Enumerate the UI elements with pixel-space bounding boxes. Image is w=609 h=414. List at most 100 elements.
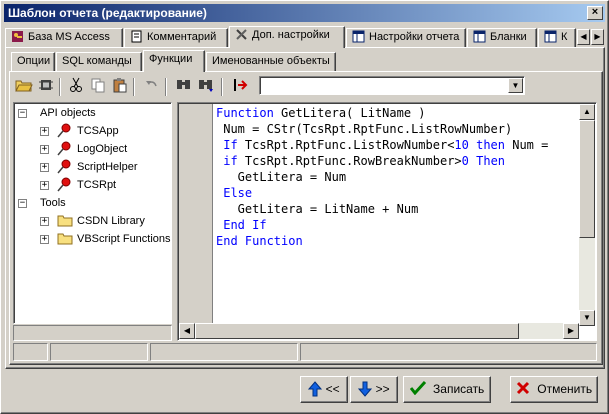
code-token: Num = CStr(TcsRpt.RptFunc.ListRowNumber) xyxy=(216,122,513,136)
tab-extra-settings[interactable]: Доп. настройки xyxy=(229,26,345,48)
next-label: >> xyxy=(375,382,390,396)
tab-label: Настройки отчета xyxy=(369,31,460,43)
tree-group-tools[interactable]: Tools xyxy=(40,195,66,211)
code-token: GetLitera = LitName + Num xyxy=(216,202,419,216)
red-pin-icon xyxy=(57,159,71,174)
paste-icon[interactable] xyxy=(109,77,130,97)
vertical-scroll-thumb[interactable] xyxy=(579,120,595,238)
code-keyword: if xyxy=(216,154,245,168)
code-keyword: End Function xyxy=(216,234,303,248)
title-bar: Шаблон отчета (редактирование) × xyxy=(4,4,605,22)
sub-tabs: Опции SQL команды Функции Именованные об… xyxy=(11,50,351,72)
cancel-button[interactable]: Отменить xyxy=(510,376,598,403)
scroll-left-button[interactable]: ◀ xyxy=(179,323,195,339)
close-button[interactable]: × xyxy=(587,6,603,20)
code-keyword: If xyxy=(216,138,245,152)
scroll-down-button[interactable]: ▼ xyxy=(579,310,595,326)
status-pane xyxy=(150,343,298,361)
tab-forms[interactable]: Бланки xyxy=(467,28,537,47)
tree-item-logobject[interactable]: LogObject xyxy=(77,141,127,157)
tab-comment[interactable]: Комментарий xyxy=(124,28,228,47)
code-line[interactable]: if TcsRpt.RptFunc.RowBreakNumber>0 Then xyxy=(216,153,578,169)
code-token: Num = xyxy=(512,138,556,152)
subtab-label: Функции xyxy=(149,53,193,65)
status-pane xyxy=(300,343,597,361)
table-icon xyxy=(544,30,557,43)
tab-label: Комментарий xyxy=(147,31,217,43)
dropdown-arrow-icon[interactable]: ▼ xyxy=(508,78,523,93)
find-icon[interactable] xyxy=(173,77,194,97)
object-tree[interactable]: − API objects + TCSApp + LogObject + Scr… xyxy=(13,102,172,324)
code-line[interactable]: GetLitera = Num xyxy=(216,169,578,185)
code-editor[interactable]: Function GetLitera( LitName ) Num = CStr… xyxy=(177,102,597,341)
save-label: Записать xyxy=(433,382,485,396)
expand-icon[interactable]: + xyxy=(40,217,49,226)
cut-icon[interactable] xyxy=(65,77,86,97)
function-select[interactable]: ▼ xyxy=(259,76,525,95)
code-line[interactable]: Else xyxy=(216,185,578,201)
code-line[interactable]: End Function xyxy=(216,233,578,249)
expand-icon[interactable]: + xyxy=(40,235,49,244)
tree-item-scripthelper[interactable]: ScriptHelper xyxy=(77,159,138,175)
scroll-up-button[interactable]: ▲ xyxy=(579,104,595,120)
tree-item-csdn-library[interactable]: CSDN Library xyxy=(77,213,145,229)
expand-icon[interactable]: + xyxy=(40,145,49,154)
undo-icon[interactable] xyxy=(141,77,162,97)
subtab-named-objects[interactable]: Именованные объекты xyxy=(206,52,336,71)
horizontal-scroll-thumb[interactable] xyxy=(195,323,519,339)
tab-ms-access[interactable]: База MS Access xyxy=(5,28,123,47)
tree-item-vbscript-functions[interactable]: VBScript Functions xyxy=(77,231,171,247)
arrow-down-icon xyxy=(358,381,373,397)
toolbar-separator xyxy=(133,78,135,96)
code-line[interactable]: Function GetLitera( LitName ) xyxy=(216,105,578,121)
cross-icon xyxy=(516,381,529,395)
code-token: GetLitera = Num xyxy=(216,170,347,184)
tab-label: К xyxy=(561,31,568,43)
tab-more[interactable]: К xyxy=(538,28,576,47)
window-title: Шаблон отчета (редактирование) xyxy=(8,6,207,20)
status-pane xyxy=(13,343,48,361)
code-keyword: End If xyxy=(216,218,267,232)
run-icon[interactable] xyxy=(229,77,250,97)
expand-icon[interactable]: + xyxy=(40,181,49,190)
red-pin-icon xyxy=(57,141,71,156)
open-folder-icon[interactable] xyxy=(13,77,34,97)
line-gutter xyxy=(179,104,213,326)
tree-group-api-objects[interactable]: API objects xyxy=(40,105,96,121)
prev-button[interactable]: << xyxy=(300,376,348,403)
arrow-up-icon xyxy=(308,381,323,397)
tabs-scroll-left-button[interactable]: ◀ xyxy=(577,29,590,45)
code-line[interactable]: Num = CStr(TcsRpt.RptFunc.ListRowNumber) xyxy=(216,121,578,137)
vertical-scrollbar[interactable]: ▲ ▼ xyxy=(579,104,595,326)
code-token: GetLitera xyxy=(281,106,347,120)
tree-item-tcsapp[interactable]: TCSApp xyxy=(77,123,119,139)
tab-report-settings[interactable]: Настройки отчета xyxy=(346,28,466,47)
collapse-icon[interactable]: − xyxy=(18,109,27,118)
status-pane xyxy=(50,343,148,361)
subtab-options[interactable]: Опции xyxy=(11,52,55,71)
folder-icon xyxy=(57,215,73,227)
compile-icon[interactable] xyxy=(35,77,56,97)
save-button[interactable]: Записать xyxy=(403,376,491,403)
tree-item-tcsrpt[interactable]: TCSRpt xyxy=(77,177,116,193)
main-tabs: База MS Access Комментарий Доп. настройк… xyxy=(5,26,605,48)
code-text[interactable]: Function GetLitera( LitName ) Num = CStr… xyxy=(216,105,578,327)
collapse-icon[interactable]: − xyxy=(18,199,27,208)
toolbar-separator xyxy=(165,78,167,96)
next-button[interactable]: >> xyxy=(350,376,398,403)
code-line[interactable]: If TcsRpt.RptFunc.ListRowNumber<10 then … xyxy=(216,137,578,153)
tabs-scroll-right-button[interactable]: ▶ xyxy=(591,29,604,45)
scroll-right-button[interactable]: ▶ xyxy=(563,323,579,339)
subtab-sql-commands[interactable]: SQL команды xyxy=(56,52,142,71)
cancel-label: Отменить xyxy=(537,382,593,396)
table-icon xyxy=(352,30,365,43)
expand-icon[interactable]: + xyxy=(40,163,49,172)
horizontal-scrollbar[interactable]: ◀ ▶ xyxy=(179,323,579,339)
expand-icon[interactable]: + xyxy=(40,127,49,136)
copy-icon[interactable] xyxy=(87,77,108,97)
code-line[interactable]: GetLitera = LitName + Num xyxy=(216,201,578,217)
find-next-icon[interactable] xyxy=(195,77,216,97)
code-line[interactable]: End If xyxy=(216,217,578,233)
subtab-functions[interactable]: Функции xyxy=(143,50,205,72)
code-keyword: Else xyxy=(216,186,253,200)
